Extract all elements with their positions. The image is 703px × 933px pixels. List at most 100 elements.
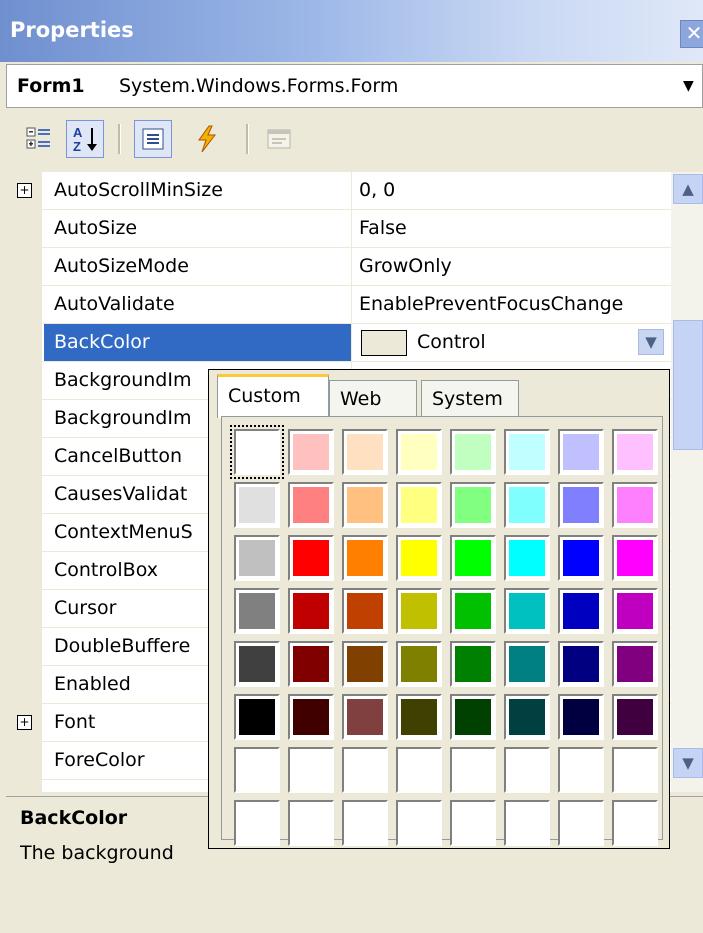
color-swatch-cell[interactable] (612, 694, 658, 740)
color-swatch-cell[interactable] (234, 482, 280, 528)
color-swatch-cell[interactable] (396, 800, 442, 846)
color-swatch-cell[interactable] (504, 588, 550, 634)
svg-text:Z: Z (73, 139, 81, 154)
color-swatch-cell[interactable] (396, 482, 442, 528)
color-swatch-cell[interactable] (342, 641, 388, 687)
tab-system[interactable]: System (421, 380, 519, 418)
expand-icon[interactable]: + (17, 715, 32, 730)
scroll-down-icon[interactable]: ▼ (673, 748, 703, 778)
color-swatch-cell[interactable] (612, 482, 658, 528)
color-swatch-cell[interactable] (234, 747, 280, 793)
color-swatch-cell[interactable] (450, 641, 496, 687)
color-swatch-cell[interactable] (612, 535, 658, 581)
property-value-container[interactable]: Control ▼ (353, 324, 671, 361)
property-row-autovalidate[interactable]: AutoValidate EnablePreventFocusChange (6, 286, 671, 324)
color-swatch-cell[interactable] (558, 535, 604, 581)
color-swatch-cell[interactable] (342, 482, 388, 528)
property-value[interactable]: EnablePreventFocusChange (353, 286, 671, 323)
color-swatch-cell[interactable] (288, 588, 334, 634)
color-swatch-cell[interactable] (396, 694, 442, 740)
color-swatch-cell[interactable] (234, 800, 280, 846)
color-swatch-cell[interactable] (342, 588, 388, 634)
property-pages-icon[interactable] (260, 120, 298, 158)
color-swatch-cell[interactable] (234, 694, 280, 740)
color-swatch-cell[interactable] (230, 425, 284, 479)
object-selector[interactable]: Form1 System.Windows.Forms.Form ▼ (6, 64, 703, 108)
color-swatch-cell[interactable] (342, 800, 388, 846)
property-row-autosizemode[interactable]: AutoSizeMode GrowOnly (6, 248, 671, 286)
color-swatch-cell[interactable] (234, 641, 280, 687)
color-swatch-cell[interactable] (450, 747, 496, 793)
color-swatch-cell[interactable] (288, 482, 334, 528)
color-swatch-cell[interactable] (342, 747, 388, 793)
color-swatch-cell[interactable] (612, 800, 658, 846)
color-swatch-cell[interactable] (342, 429, 388, 475)
description-text: The background (20, 842, 174, 864)
color-swatch-cell[interactable] (504, 429, 550, 475)
property-row-autosize[interactable]: AutoSize False (6, 210, 671, 248)
property-row-backcolor[interactable]: BackColor Control ▼ (6, 324, 671, 362)
color-swatch-cell[interactable] (396, 641, 442, 687)
color-swatch-cell[interactable] (288, 800, 334, 846)
properties-icon[interactable] (134, 120, 172, 158)
color-swatch-cell[interactable] (342, 535, 388, 581)
color-swatch-cell[interactable] (612, 588, 658, 634)
scroll-thumb[interactable] (673, 320, 703, 450)
color-swatch-cell[interactable] (558, 641, 604, 687)
events-icon[interactable] (188, 120, 226, 158)
color-swatch-cell[interactable] (396, 429, 442, 475)
vertical-scrollbar[interactable]: ▲ ▼ (671, 172, 703, 792)
color-swatch-cell[interactable] (234, 588, 280, 634)
color-swatch-cell[interactable] (504, 747, 550, 793)
color-swatch-cell[interactable] (558, 429, 604, 475)
color-swatch-cell[interactable] (612, 747, 658, 793)
color-swatch-cell[interactable] (504, 800, 550, 846)
color-swatch-cell[interactable] (504, 535, 550, 581)
color-swatch-cell[interactable] (288, 747, 334, 793)
color-swatch-cell[interactable] (288, 535, 334, 581)
property-value: Control (417, 331, 486, 353)
tab-web[interactable]: Web (329, 380, 417, 418)
tab-custom[interactable]: Custom (217, 374, 329, 418)
property-value[interactable]: False (353, 210, 671, 247)
alphabetical-icon[interactable]: AZ (66, 120, 104, 158)
property-value[interactable]: GrowOnly (353, 248, 671, 285)
color-swatch-cell[interactable] (342, 694, 388, 740)
color-swatch-cell[interactable] (504, 482, 550, 528)
color-swatch-cell[interactable] (504, 694, 550, 740)
color-swatch-cell[interactable] (450, 800, 496, 846)
color-swatch (361, 330, 407, 356)
color-swatch-cell[interactable] (558, 800, 604, 846)
color-swatch-cell[interactable] (450, 429, 496, 475)
property-value[interactable]: 0, 0 (353, 172, 671, 209)
color-swatch-cell[interactable] (396, 747, 442, 793)
color-swatch-cell[interactable] (504, 641, 550, 687)
color-swatch-cell[interactable] (288, 429, 334, 475)
close-icon[interactable]: ✕ (680, 20, 703, 48)
color-swatch-cell[interactable] (450, 535, 496, 581)
color-swatch-cell[interactable] (612, 429, 658, 475)
color-swatch-cell[interactable] (396, 535, 442, 581)
color-swatch-cell[interactable] (612, 641, 658, 687)
chevron-down-icon[interactable]: ▼ (683, 78, 694, 94)
property-name: AutoScrollMinSize (44, 172, 352, 209)
color-swatch-cell[interactable] (450, 694, 496, 740)
color-swatch-cell[interactable] (396, 588, 442, 634)
color-swatch-cell[interactable] (450, 482, 496, 528)
expand-icon[interactable]: + (17, 183, 32, 198)
chevron-down-icon[interactable]: ▼ (638, 329, 664, 355)
categorized-icon[interactable] (20, 120, 58, 158)
svg-text:A: A (73, 125, 83, 140)
color-swatch-cell[interactable] (558, 482, 604, 528)
color-swatch-cell[interactable] (558, 588, 604, 634)
color-swatch-cell[interactable] (288, 694, 334, 740)
color-swatch-cell[interactable] (288, 641, 334, 687)
color-swatch-cell[interactable] (558, 694, 604, 740)
property-row-autoscrollminsize[interactable]: + AutoScrollMinSize 0, 0 (6, 172, 671, 210)
color-swatch-cell[interactable] (450, 588, 496, 634)
color-swatch-cell[interactable] (558, 747, 604, 793)
description-title: BackColor (20, 807, 128, 829)
object-name: Form1 (17, 75, 85, 97)
color-swatch-cell[interactable] (234, 535, 280, 581)
scroll-up-icon[interactable]: ▲ (673, 174, 703, 204)
